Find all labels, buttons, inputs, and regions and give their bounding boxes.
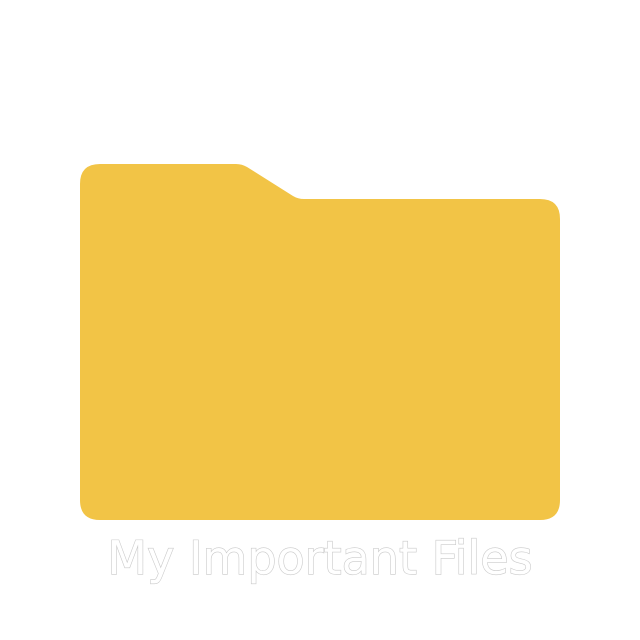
folder-name-label: My Important Files — [107, 530, 533, 585]
folder-item[interactable]: My Important Files — [0, 0, 640, 640]
